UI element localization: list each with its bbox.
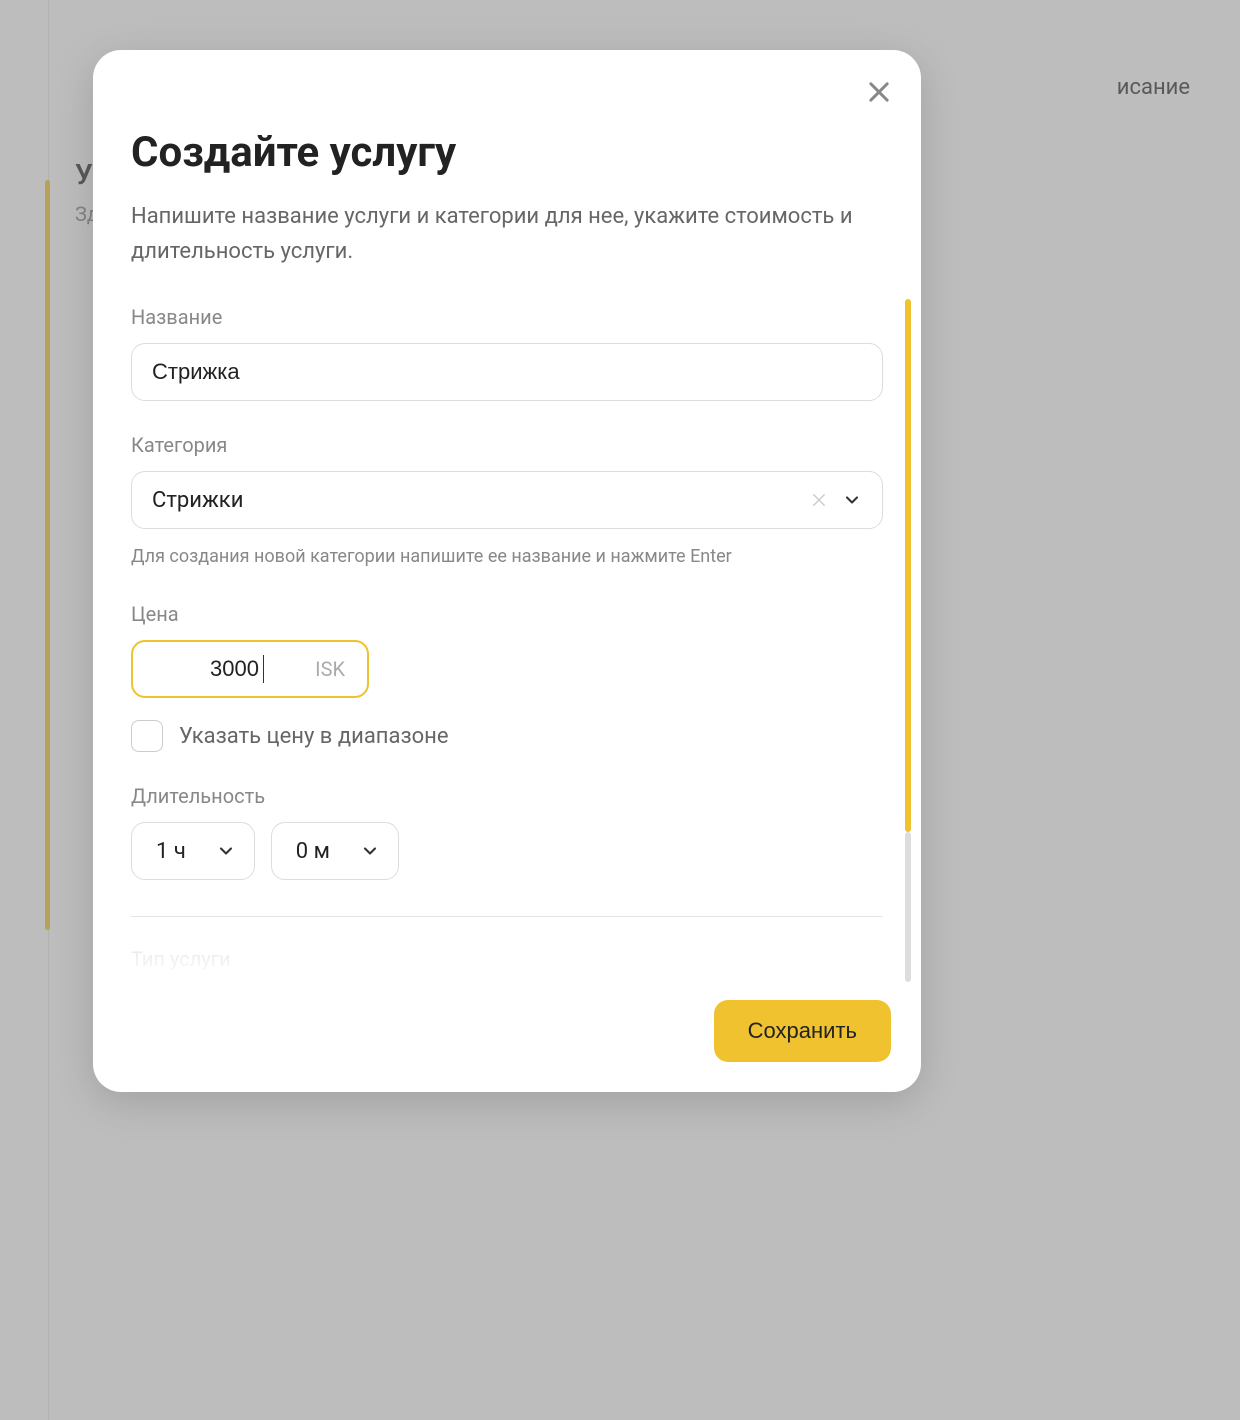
modal-subtitle: Напишите название услуги и категории для… — [131, 199, 883, 269]
modal-body-wrap: Название Категория Стрижки — [93, 299, 921, 982]
create-service-modal: Создайте услугу Напишите название услуги… — [93, 50, 921, 1092]
category-select[interactable]: Стрижки — [131, 471, 883, 529]
text-cursor — [263, 655, 264, 683]
duration-minutes-value: 0 м — [296, 839, 330, 864]
duration-hours-select[interactable]: 1 ч — [131, 822, 255, 880]
duration-label: Длительность — [131, 784, 883, 808]
category-value: Стрижки — [152, 488, 810, 513]
duration-row: 1 ч 0 м — [131, 822, 883, 880]
category-field-group: Категория Стрижки Для с — [131, 433, 883, 570]
modal-header: Создайте услугу Напишите название услуги… — [93, 50, 921, 269]
price-label: Цена — [131, 602, 883, 626]
close-icon — [810, 491, 828, 509]
scrollbar-track — [905, 832, 911, 982]
chevron-down-icon — [360, 841, 380, 861]
name-field-group: Название — [131, 305, 883, 401]
price-currency: ISK — [315, 657, 367, 681]
close-icon — [865, 78, 893, 106]
price-range-label: Указать цену в диапазоне — [179, 724, 449, 749]
section-divider — [131, 916, 883, 917]
duration-field-group: Длительность 1 ч 0 м — [131, 784, 883, 880]
name-input[interactable] — [131, 343, 883, 401]
name-label: Название — [131, 305, 883, 329]
modal-footer: Сохранить — [93, 982, 921, 1092]
duration-hours-value: 1 ч — [156, 839, 186, 864]
price-range-checkbox[interactable] — [131, 720, 163, 752]
modal-body[interactable]: Название Категория Стрижки — [93, 299, 921, 982]
price-range-checkbox-row: Указать цену в диапазоне — [131, 720, 883, 752]
duration-minutes-select[interactable]: 0 м — [271, 822, 399, 880]
clear-category-button[interactable] — [810, 491, 828, 509]
category-hint: Для создания новой категории напишите ее… — [131, 543, 883, 570]
price-input[interactable] — [133, 642, 263, 696]
chevron-down-icon — [216, 841, 236, 861]
service-type-label-partial: Тип услуги — [131, 947, 883, 971]
category-label: Категория — [131, 433, 883, 457]
close-button[interactable] — [859, 72, 899, 112]
price-field-group: Цена ISK Указать цену в диапазоне — [131, 602, 883, 752]
price-input-wrap[interactable]: ISK — [131, 640, 369, 698]
modal-title: Создайте услугу — [131, 128, 883, 177]
scrollbar-thumb[interactable] — [905, 299, 911, 831]
chevron-down-icon — [842, 490, 862, 510]
save-button[interactable]: Сохранить — [714, 1000, 891, 1062]
